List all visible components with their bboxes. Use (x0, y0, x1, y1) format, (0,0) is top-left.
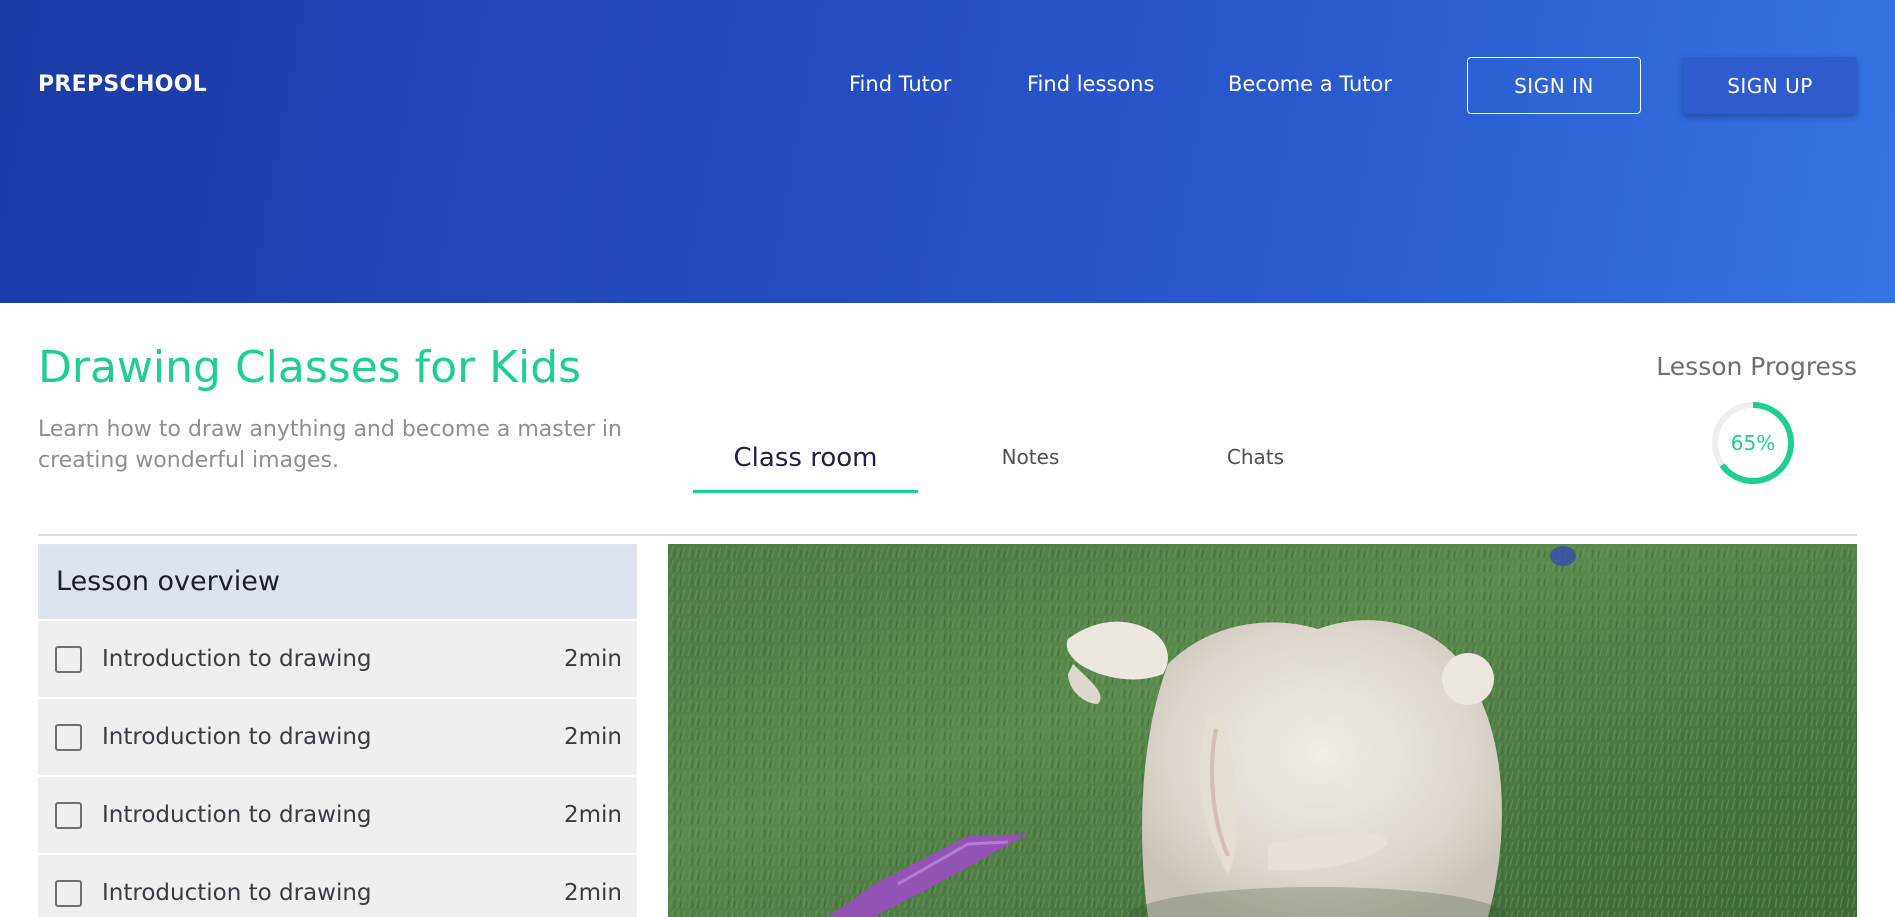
lesson-progress-label: Lesson Progress (1656, 352, 1857, 381)
lesson-checkbox[interactable] (55, 801, 82, 829)
tab-chats[interactable]: Chats (1143, 430, 1368, 493)
course-description: Learn how to draw anything and become a … (38, 417, 622, 473)
lesson-duration: 2min (563, 724, 622, 750)
brand-logo[interactable]: PREPSCHOOL (38, 72, 207, 97)
nav-become-tutor[interactable]: Become a Tutor (1228, 72, 1392, 96)
lesson-name: Introduction to drawing (102, 646, 372, 672)
lesson-checkbox[interactable] (55, 723, 82, 751)
lesson-name: Introduction to drawing (102, 880, 372, 906)
lesson-item[interactable]: Introduction to drawing 2min (38, 621, 637, 697)
tab-notes[interactable]: Notes (918, 430, 1143, 493)
lesson-name: Introduction to drawing (102, 724, 372, 750)
section-divider (38, 534, 1857, 536)
sign-in-button[interactable]: SIGN IN (1467, 57, 1641, 114)
lesson-item[interactable]: Introduction to drawing 2min (38, 855, 637, 917)
lesson-checkbox[interactable] (55, 879, 82, 907)
lesson-duration: 2min (563, 802, 622, 828)
nav-find-tutor[interactable]: Find Tutor (849, 72, 951, 96)
sign-up-button[interactable]: SIGN UP (1683, 57, 1857, 114)
tab-classroom[interactable]: Class room (693, 430, 918, 493)
lesson-checkbox[interactable] (55, 645, 82, 673)
lesson-name: Introduction to drawing (102, 802, 372, 828)
nav-find-lessons[interactable]: Find lessons (1027, 72, 1154, 96)
lesson-duration: 2min (563, 646, 622, 672)
course-title: Drawing Classes for Kids (38, 342, 582, 393)
lesson-overview-panel: Lesson overview Introduction to drawing … (38, 544, 637, 917)
lesson-item[interactable]: Introduction to drawing 2min (38, 699, 637, 775)
lesson-video-player[interactable] (668, 544, 1857, 917)
video-frame-image (668, 544, 1857, 917)
hero-header: PREPSCHOOL Find Tutor Find lessons Becom… (0, 0, 1895, 303)
lesson-duration: 2min (563, 880, 622, 906)
lesson-item[interactable]: Introduction to drawing 2min (38, 777, 637, 853)
lesson-overview-title: Lesson overview (38, 544, 637, 619)
lesson-progress-value: 65% (1730, 431, 1776, 455)
